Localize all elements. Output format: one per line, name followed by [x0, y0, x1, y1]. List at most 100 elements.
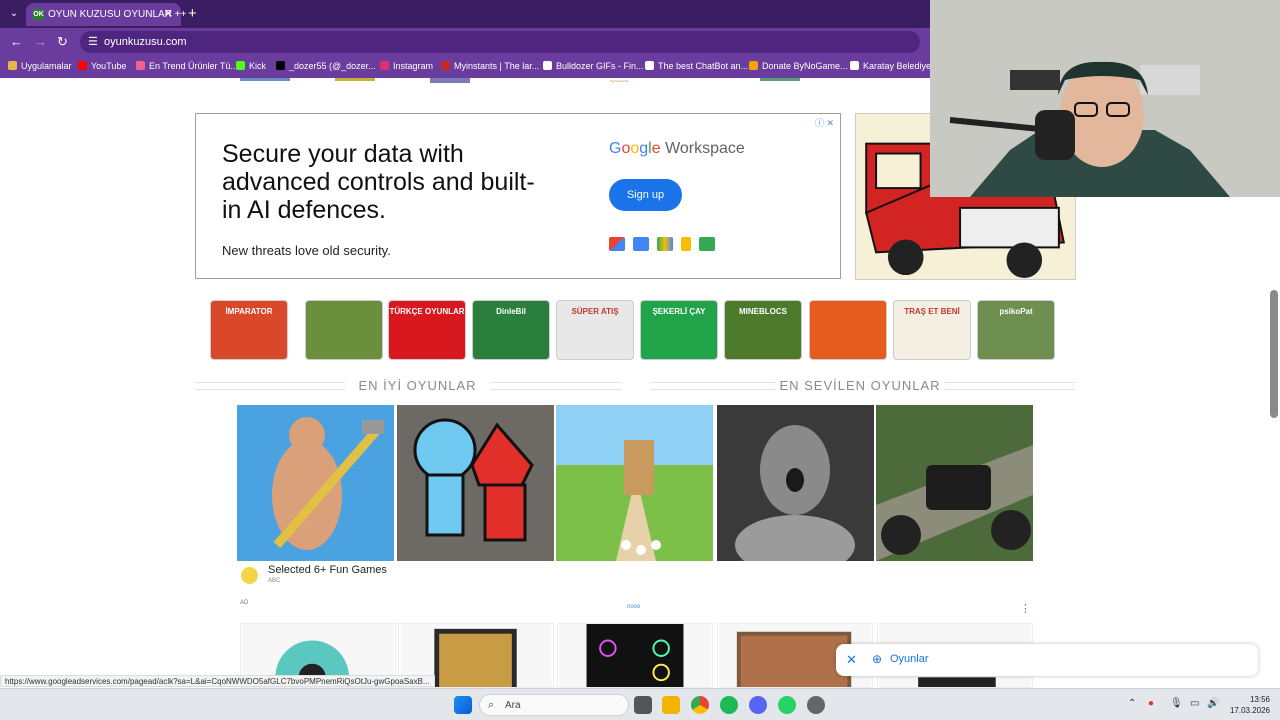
more-options-icon[interactable]: ⋮ [1020, 602, 1031, 615]
bookmark-item[interactable]: _dozer55 (@_dozer... [276, 61, 376, 71]
whatsapp-icon[interactable] [778, 696, 796, 714]
discord-icon[interactable] [749, 696, 767, 714]
category-label: TRAŞ ET BENİ [904, 307, 960, 316]
clock-date: 17.03.2026 [1229, 706, 1270, 715]
bookmark-favicon-icon [236, 61, 245, 70]
bookmark-item[interactable]: Instagram [380, 61, 433, 71]
bookmark-item[interactable]: Myinstants | The lar... [441, 61, 539, 71]
taskbar-search[interactable]: ⌕ Ara [479, 694, 629, 716]
bookmark-item[interactable]: Donate ByNoGame... [749, 61, 848, 71]
category-tile[interactable]: TÜRKÇE OYUNLAR [388, 300, 466, 360]
chrome-icon[interactable] [691, 696, 709, 714]
gmail-icon [609, 237, 625, 251]
bookmark-favicon-icon [850, 61, 859, 70]
bookmark-label: Bulldozer GIFs - Fin... [556, 61, 644, 71]
address-bar-row: ← → ↻ ☰ oyunkuzusu.com [0, 28, 930, 56]
url-text: oyunkuzusu.com [104, 36, 187, 48]
section-title-loved: EN SEVİLEN OYUNLAR [779, 378, 941, 393]
bookmark-label: The best ChatBot an... [658, 61, 749, 71]
drive-icon [657, 237, 673, 251]
category-tile[interactable]: SÜPER ATIŞ [556, 300, 634, 360]
search-icon: ⌕ [488, 699, 495, 711]
category-label: İMPARATOR [225, 307, 273, 316]
site-favicon-icon: OK [33, 9, 44, 20]
svg-text:~~~~: ~~~~ [610, 78, 629, 84]
system-clock[interactable]: 13:56 17.03.2026 [1222, 694, 1270, 716]
category-tile[interactable]: psikoPat [977, 300, 1055, 360]
section-divider [945, 382, 1075, 390]
section-title-best: EN İYİ OYUNLAR [358, 378, 477, 393]
bookmark-favicon-icon [136, 61, 145, 70]
bookmark-favicon-icon [8, 61, 17, 70]
app-icon[interactable] [807, 696, 825, 714]
taskbar: ⌕ Ara ⌃ ● 🎙 ▭ 🔊 13:56 17.03.2026 [0, 688, 1280, 720]
bookmark-item[interactable]: Bulldozer GIFs - Fin... [543, 61, 644, 71]
start-icon[interactable] [454, 696, 472, 714]
file-explorer-icon[interactable] [662, 696, 680, 714]
bookmark-favicon-icon [441, 61, 450, 70]
tray-app-icon[interactable]: ● [1148, 698, 1154, 709]
bookmark-label: Uygulamalar [21, 61, 72, 71]
bookmark-item[interactable]: Karatay Belediyesi [850, 61, 930, 71]
bookmark-item[interactable]: En Trend Ürünler Tü... [136, 61, 238, 71]
calendar-icon [633, 237, 649, 251]
page-scrollbar[interactable] [1270, 290, 1278, 418]
network-icon[interactable]: ▭ [1190, 698, 1199, 709]
game-thumbnail[interactable] [556, 405, 713, 561]
category-tile[interactable] [809, 300, 887, 360]
ad-brand-label: nooo [627, 604, 641, 610]
forward-icon[interactable]: → [34, 34, 47, 49]
volume-icon[interactable]: 🔊 [1207, 698, 1219, 709]
webcam-overlay [930, 0, 1280, 197]
clock-time: 13:56 [1249, 695, 1270, 704]
close-tab-icon[interactable]: ✕ [164, 7, 173, 20]
section-divider [195, 382, 345, 390]
bookmark-item[interactable]: YouTube [78, 61, 126, 71]
game-thumbnail[interactable] [237, 405, 394, 561]
category-tile[interactable]: MINEBLOCS [724, 300, 802, 360]
bookmark-item[interactable]: Kick [236, 61, 266, 71]
ad-label: AD [240, 600, 249, 606]
game-thumbnail[interactable] [397, 405, 554, 561]
game-thumbnail[interactable] [717, 405, 874, 561]
category-tile[interactable]: İMPARATOR [210, 300, 288, 360]
category-label: ŞEKERLİ ÇAY [652, 307, 706, 316]
back-icon[interactable]: ← [10, 34, 23, 49]
category-tile[interactable]: ŞEKERLİ ÇAY [640, 300, 718, 360]
category-tile[interactable]: TRAŞ ET BENİ [893, 300, 971, 360]
site-info-icon[interactable]: ☰ [88, 35, 98, 48]
ad-subline: New threats love old security. [222, 243, 391, 258]
bookmark-label: Karatay Belediyesi [863, 61, 930, 71]
product-thumbnail[interactable] [557, 623, 713, 688]
bookmark-favicon-icon [380, 61, 389, 70]
bookmark-label: Donate ByNoGame... [762, 61, 848, 71]
category-label: psikoPat [999, 307, 1033, 316]
category-tile[interactable] [305, 300, 383, 360]
close-icon[interactable]: ✕ [846, 652, 857, 668]
search-chip-label[interactable]: Oyunlar [890, 653, 929, 665]
category-label: DinleBil [496, 307, 526, 316]
task-view-icon[interactable] [634, 696, 652, 714]
section-divider [490, 382, 622, 390]
ad-info-icon[interactable]: ⓘ ✕ [815, 116, 834, 129]
category-tile[interactable]: DinleBil [472, 300, 550, 360]
bookmark-item[interactable]: Uygulamalar [8, 61, 72, 71]
google-workspace-logo: Google Workspace [609, 140, 745, 157]
new-tab-button[interactable]: + [188, 5, 197, 22]
reload-icon[interactable]: ↻ [57, 34, 68, 50]
browser-tab-active[interactable]: OK OYUN KUZUSU OYUNLAR ++ ✕ [26, 3, 186, 26]
google-workspace-ad[interactable]: ⓘ ✕ Secure your data with advanced contr… [195, 113, 841, 279]
tray-overflow-icon[interactable]: ⌃ [1128, 698, 1136, 709]
taskbar-search-placeholder: Ara [505, 700, 521, 711]
ad-source: ABC [268, 578, 281, 584]
game-thumbnail[interactable] [876, 405, 1033, 561]
search-chip[interactable]: ✕ ⊕ Oyunlar [836, 644, 1258, 676]
tab-search-chevron-icon[interactable]: ⌄ [6, 6, 22, 22]
ad-title[interactable]: Selected 6+ Fun Games [268, 564, 387, 576]
bookmark-label: Myinstants | The lar... [454, 61, 540, 71]
sign-up-button[interactable]: Sign up [609, 179, 682, 211]
microphone-icon[interactable]: 🎙 [1170, 698, 1183, 709]
bookmark-item[interactable]: The best ChatBot an... [645, 61, 748, 71]
spotify-icon[interactable] [720, 696, 738, 714]
url-field[interactable]: ☰ oyunkuzusu.com [80, 31, 920, 53]
